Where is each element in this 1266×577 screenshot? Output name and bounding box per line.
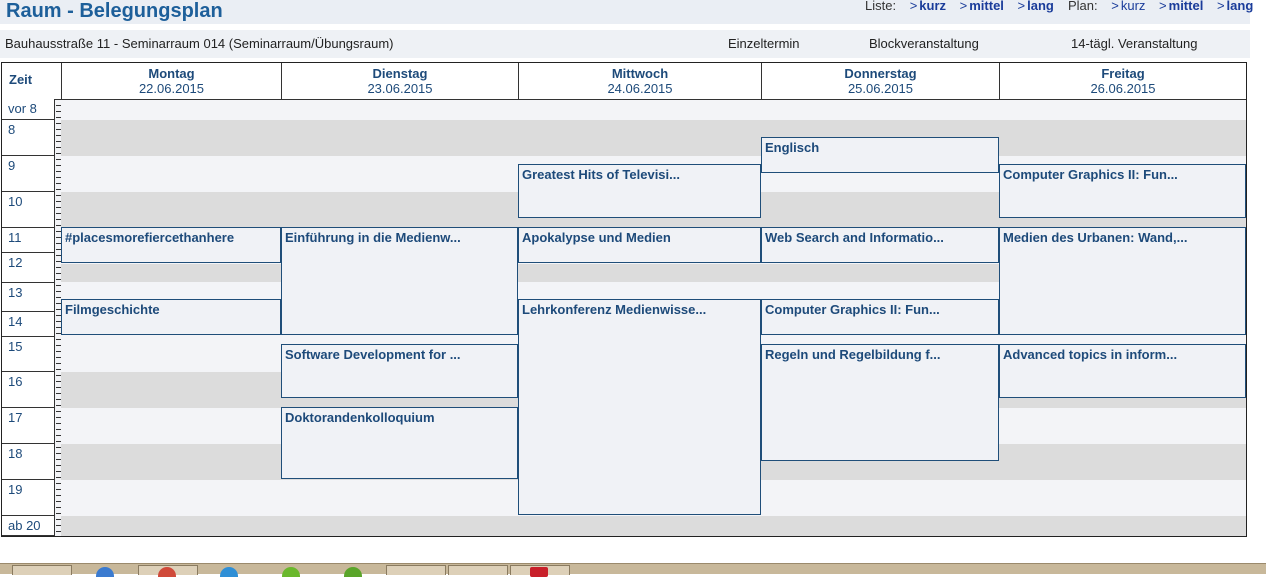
app-icon[interactable] (344, 567, 362, 577)
time-band (61, 264, 999, 282)
event-apokalypse[interactable]: Apokalypse und Medien (518, 227, 761, 263)
day-header-row: Zeit Montag 22.06.2015 Dienstag 23.06.20… (2, 63, 1246, 100)
legend-biweekly: 14-tägl. Veranstaltung (1071, 36, 1198, 51)
event-places[interactable]: #placesmorefiercethanhere (61, 227, 281, 263)
event-computer-graphics-fri[interactable]: Computer Graphics II: Fun... (999, 164, 1246, 218)
arrow-icon: > (909, 0, 918, 13)
room-info-bar: Bauhausstraße 11 - Seminarraum 014 (Semi… (0, 30, 1250, 58)
time-label: ab 20 (2, 516, 55, 536)
legend-einzeltermin: Einzeltermin (728, 36, 800, 51)
day-date: 25.06.2015 (847, 81, 914, 96)
time-label: 13 (2, 283, 55, 312)
legend-blockveranstaltung: Blockveranstaltung (869, 36, 979, 51)
time-band (61, 120, 1246, 156)
liste-lang-link[interactable]: lang (1027, 0, 1054, 13)
page-header: Raum - Belegungsplan Liste: > kurz > mitte… (0, 0, 1253, 24)
browser-icon[interactable] (96, 567, 114, 577)
time-label: 8 (2, 120, 55, 156)
day-date: 26.06.2015 (1090, 81, 1156, 96)
day-header-thursday: Donnerstag 25.06.2015 (761, 63, 999, 99)
time-label: 17 (2, 408, 55, 444)
room-name: Bauhausstraße 11 - Seminarraum 014 (Semi… (5, 36, 394, 51)
arrow-icon: > (1017, 0, 1026, 13)
app-icon[interactable] (282, 567, 300, 577)
plan-kurz-link[interactable]: kurz (1121, 0, 1146, 13)
taskbar-button[interactable] (448, 565, 508, 575)
plan-label: Plan: (1068, 0, 1098, 13)
arrow-icon: > (1111, 0, 1119, 13)
time-label: 18 (2, 444, 55, 480)
event-software-development[interactable]: Software Development for ... (281, 344, 518, 398)
day-header-friday: Freitag 26.06.2015 (999, 63, 1246, 99)
event-englisch[interactable]: Englisch (761, 137, 999, 173)
app-icon[interactable] (220, 567, 238, 577)
plan-links: Plan: > kurz > mittel > lang (1068, 0, 1253, 13)
time-label: vor 8 (2, 99, 55, 120)
taskbar-button[interactable] (386, 565, 446, 575)
event-filmgeschichte[interactable]: Filmgeschichte (61, 299, 281, 335)
plan-lang-link[interactable]: lang (1227, 0, 1254, 13)
event-lehrkonferenz[interactable]: Lehrkonferenz Medienwisse... (518, 299, 761, 515)
pdf-icon[interactable] (530, 567, 548, 577)
day-name: Mittwoch (611, 66, 669, 81)
day-date: 23.06.2015 (367, 81, 433, 96)
liste-label: Liste: (865, 0, 897, 13)
taskbar-button[interactable] (12, 565, 72, 575)
os-taskbar (0, 563, 1266, 577)
arrow-icon: > (1159, 0, 1167, 13)
event-regeln[interactable]: Regeln und Regelbildung f... (761, 344, 999, 461)
day-name: Freitag (1101, 66, 1145, 81)
page-title: Raum - Belegungsplan (6, 0, 223, 22)
day-date: 22.06.2015 (138, 81, 205, 96)
event-doktorandenkolloquium[interactable]: Doktorandenkolloquium (281, 407, 518, 479)
time-label: 16 (2, 372, 55, 408)
day-header-wednesday: Mittwoch 24.06.2015 (518, 63, 761, 99)
time-label: 15 (2, 337, 55, 372)
day-header-tuesday: Dienstag 23.06.2015 (281, 63, 518, 99)
event-einfuehrung[interactable]: Einführung in die Medienw... (281, 227, 518, 335)
time-label: 12 (2, 253, 55, 283)
time-label: 19 (2, 480, 55, 516)
event-greatest-hits[interactable]: Greatest Hits of Televisi... (518, 164, 761, 218)
arrow-icon: > (1216, 0, 1225, 13)
liste-kurz-link[interactable]: kurz (919, 0, 946, 13)
liste-mittel-link[interactable]: mittel (969, 0, 1004, 13)
arrow-icon: > (959, 0, 968, 13)
liste-links: Liste: > kurz > mittel > lang (865, 0, 1054, 13)
time-band (61, 516, 1246, 536)
time-label: 11 (2, 228, 55, 253)
time-label: 9 (2, 156, 55, 192)
plan-mittel-link[interactable]: mittel (1169, 0, 1204, 13)
day-name: Donnerstag (844, 66, 917, 81)
event-advanced-topics[interactable]: Advanced topics in inform... (999, 344, 1246, 398)
day-header-monday: Montag 22.06.2015 (61, 63, 281, 99)
day-name: Dienstag (372, 66, 428, 81)
time-label: 10 (2, 192, 55, 228)
day-name: Montag (148, 66, 195, 81)
event-computer-graphics-thu[interactable]: Computer Graphics II: Fun... (761, 299, 999, 335)
time-label: 14 (2, 312, 55, 337)
event-web-search[interactable]: Web Search and Informatio... (761, 227, 999, 263)
schedule-grid: Zeit Montag 22.06.2015 Dienstag 23.06.20… (1, 62, 1247, 537)
event-medien-urbanen[interactable]: Medien des Urbanen: Wand,... (999, 227, 1246, 335)
zeit-header: Zeit (9, 72, 33, 87)
day-date: 24.06.2015 (607, 81, 673, 96)
